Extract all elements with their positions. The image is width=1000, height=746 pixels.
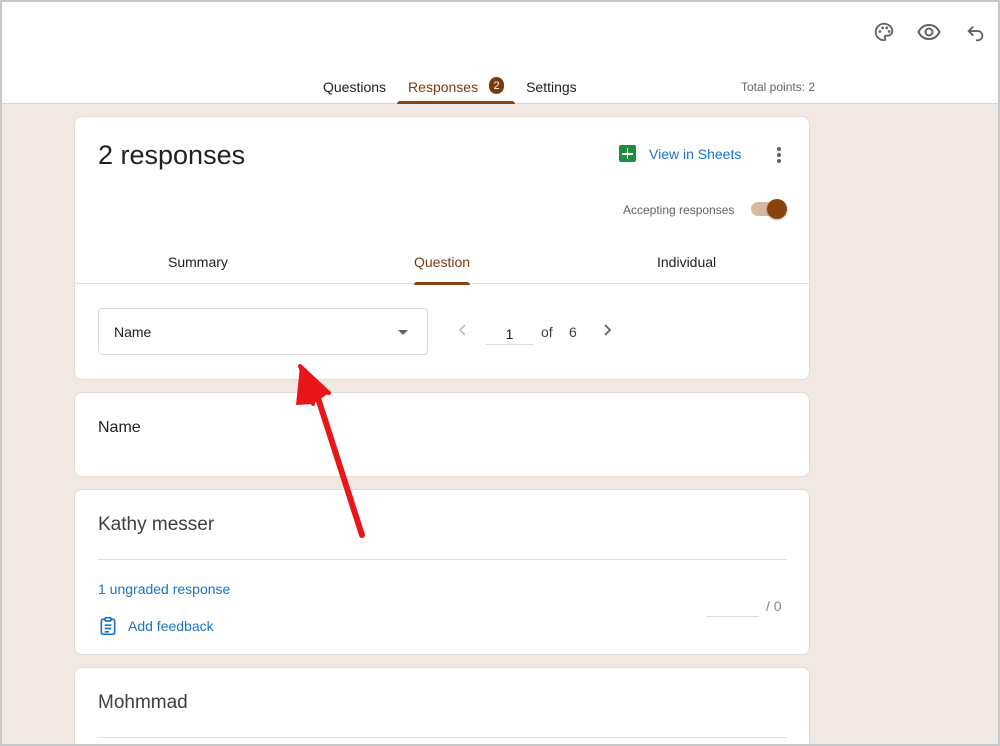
annotation-arrow — [296, 364, 365, 538]
